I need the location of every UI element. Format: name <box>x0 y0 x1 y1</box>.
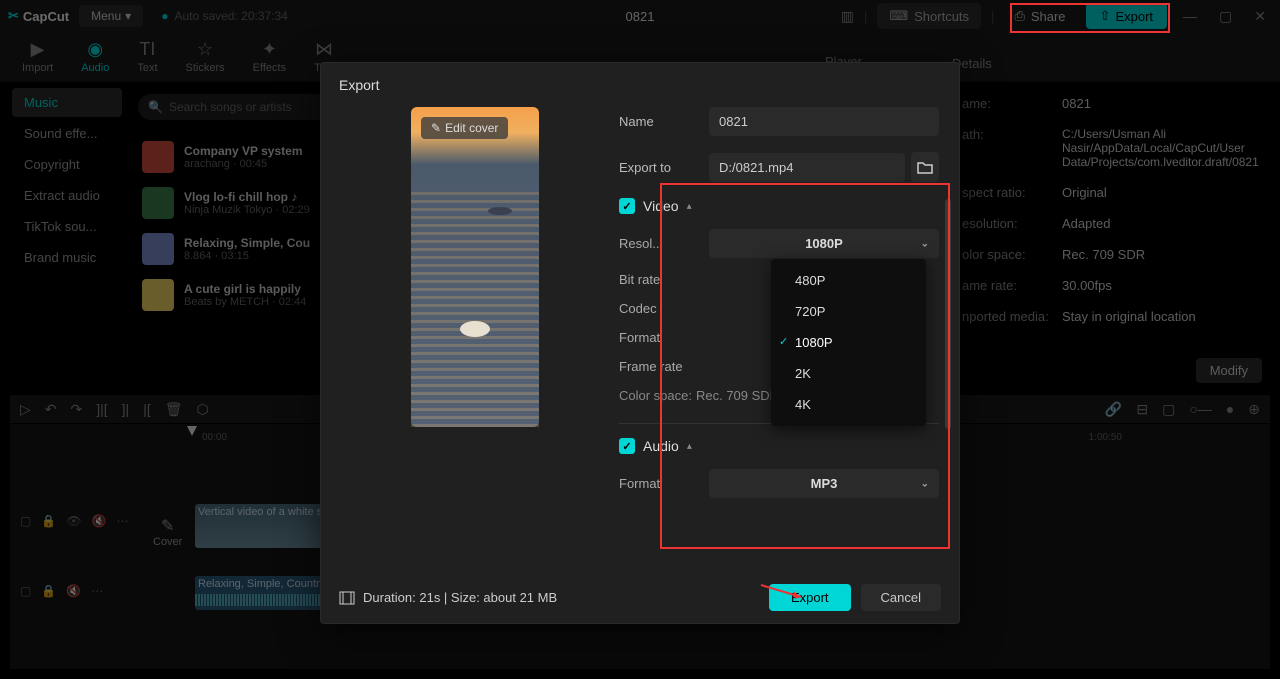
video-section-toggle[interactable]: ✓ Video ▴ <box>619 198 939 214</box>
resolution-option-720p[interactable]: 720P <box>771 296 926 327</box>
bitrate-label: Bit rate <box>619 272 709 287</box>
resolution-option-1080p[interactable]: 1080P <box>771 327 926 358</box>
export-to-label: Export to <box>619 160 709 175</box>
cover-preview: ✎ Edit cover <box>411 107 539 427</box>
chevron-up-icon: ▴ <box>687 201 692 212</box>
edit-cover-button[interactable]: ✎ Edit cover <box>421 117 508 139</box>
name-input[interactable] <box>709 107 939 136</box>
browse-folder-button[interactable] <box>911 152 939 182</box>
audio-format-select[interactable]: MP3 ⌄ <box>709 469 939 498</box>
checkbox-checked-icon[interactable]: ✓ <box>619 198 635 214</box>
name-label: Name <box>619 114 709 129</box>
resolution-dropdown: 480P 720P 1080P 2K 4K <box>771 259 926 426</box>
cancel-button[interactable]: Cancel <box>861 584 941 611</box>
resolution-label: Resol... <box>619 236 709 251</box>
chevron-up-icon: ▴ <box>687 441 692 452</box>
colorspace-value: Rec. 709 SDR <box>696 388 779 403</box>
framerate-label: Frame rate <box>619 359 709 374</box>
chevron-down-icon: ⌄ <box>921 238 929 249</box>
pencil-icon: ✎ <box>431 121 441 135</box>
colorspace-label: Color space: <box>619 388 692 403</box>
audio-section-toggle[interactable]: ✓ Audio ▴ <box>619 438 939 454</box>
resolution-option-4k[interactable]: 4K <box>771 389 926 420</box>
resolution-option-2k[interactable]: 2K <box>771 358 926 389</box>
format-label: Format <box>619 330 709 345</box>
scrollbar-thumb[interactable] <box>945 199 951 429</box>
export-path-input[interactable] <box>709 153 905 182</box>
resolution-select[interactable]: 1080P ⌄ <box>709 229 939 258</box>
annotation-arrow-icon <box>759 581 809 601</box>
export-info: Duration: 21s | Size: about 21 MB <box>339 590 557 605</box>
export-modal: Export ✎ Edit cover Name Export to <box>320 62 960 624</box>
film-icon <box>339 591 355 605</box>
chevron-down-icon: ⌄ <box>921 478 929 489</box>
folder-icon <box>917 160 933 174</box>
resolution-option-480p[interactable]: 480P <box>771 265 926 296</box>
audio-format-label: Format <box>619 476 709 491</box>
modal-title: Export <box>321 63 959 107</box>
codec-label: Codec <box>619 301 709 316</box>
checkbox-checked-icon[interactable]: ✓ <box>619 438 635 454</box>
